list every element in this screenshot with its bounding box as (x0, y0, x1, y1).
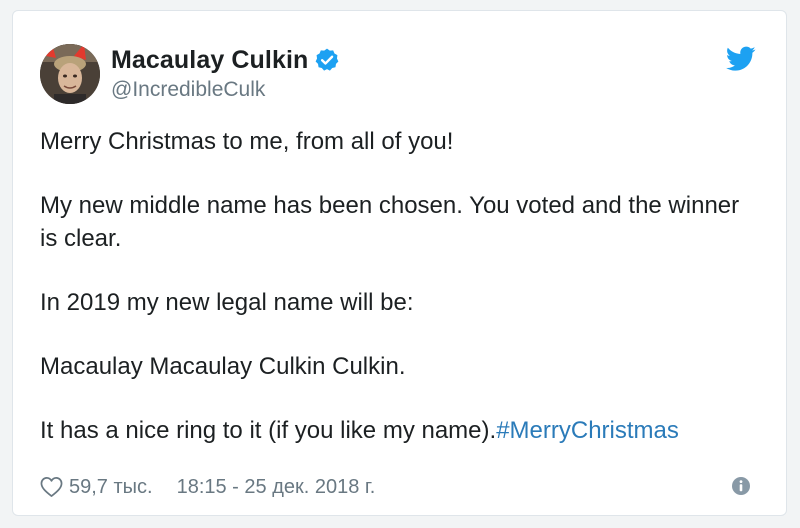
tweet-text: Merry Christmas to me, from all of you! … (40, 125, 760, 478)
tweet-footer: 59,7 тыс. 18:15 - 25 дек. 2018 г. (40, 473, 375, 501)
embedded-tweet-card: Macaulay Culkin @IncredibleCulk Merry Ch… (12, 10, 787, 516)
tweet-paragraph-5: It has a nice ring to it (if you like my… (40, 414, 760, 447)
author-display-name[interactable]: Macaulay Culkin (111, 46, 308, 75)
heart-icon (40, 477, 63, 497)
tweet-paragraph-1: Merry Christmas to me, from all of you! (40, 128, 454, 155)
hashtag-link[interactable]: #MerryChristmas (496, 417, 679, 444)
twitter-bird-icon[interactable] (726, 46, 756, 72)
avatar[interactable] (40, 44, 100, 104)
info-icon[interactable] (731, 476, 751, 496)
avatar-photo (40, 44, 100, 104)
verified-badge-icon (314, 47, 340, 73)
tweet-paragraph-5-text: It has a nice ring to it (if you like my… (40, 417, 497, 444)
like-button[interactable]: 59,7 тыс. (40, 476, 177, 499)
tweet-paragraph-4: Macaulay Macaulay Culkin Culkin. (40, 353, 406, 380)
tweet-timestamp[interactable]: 18:15 - 25 дек. 2018 г. (177, 476, 376, 499)
tweet-paragraph-3: In 2019 my new legal name will be: (40, 289, 414, 316)
author-handle[interactable]: @IncredibleCulk (111, 78, 265, 102)
tweet-paragraph-2: My new middle name has been chosen. You … (40, 192, 740, 252)
author-name-row[interactable]: Macaulay Culkin (111, 45, 340, 75)
like-count[interactable]: 59,7 тыс. (69, 476, 153, 499)
